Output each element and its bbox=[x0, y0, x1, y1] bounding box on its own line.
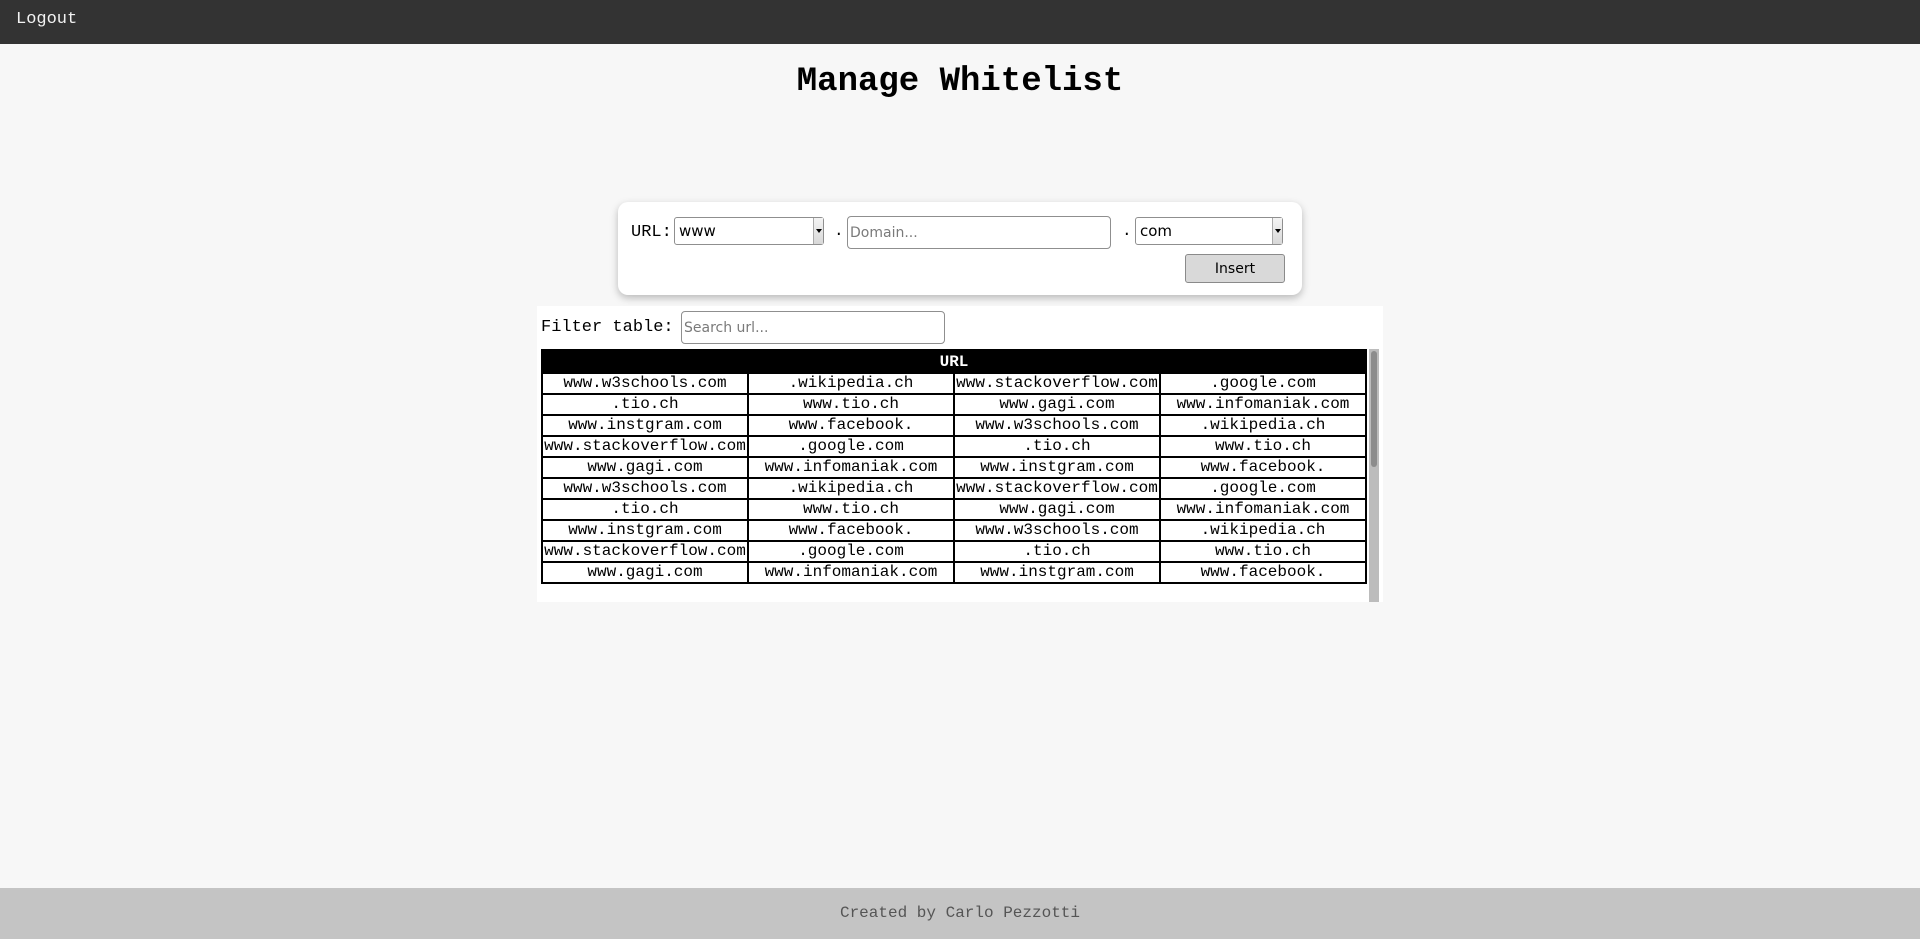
table-cell: .wikipedia.ch bbox=[1159, 414, 1367, 437]
whitelist-table-panel: Filter table: URL www.w3schools.com .wik… bbox=[537, 306, 1383, 602]
table-cell: www.facebook. bbox=[747, 519, 955, 542]
table-cell: .tio.ch bbox=[953, 540, 1161, 563]
table-row: www.w3schools.com .wikipedia.ch www.stac… bbox=[541, 477, 1367, 500]
table-cell: www.instgram.com bbox=[953, 561, 1161, 584]
table-cell: www.w3schools.com bbox=[541, 372, 749, 395]
filter-label: Filter table: bbox=[541, 318, 674, 337]
table-cell: www.tio.ch bbox=[1159, 540, 1367, 563]
chevron-down-icon[interactable] bbox=[1272, 218, 1282, 244]
whitelist-table: URL www.w3schools.com .wikipedia.ch www.… bbox=[541, 349, 1367, 584]
table-cell: www.infomaniak.com bbox=[1159, 393, 1367, 416]
table-row: www.w3schools.com .wikipedia.ch www.stac… bbox=[541, 372, 1367, 395]
table-cell: .google.com bbox=[1159, 372, 1367, 395]
table-cell: www.tio.ch bbox=[1159, 435, 1367, 458]
table-cell: .google.com bbox=[1159, 477, 1367, 500]
table-cell: .google.com bbox=[747, 540, 955, 563]
table-cell: www.facebook. bbox=[1159, 561, 1367, 584]
table-cell: www.instgram.com bbox=[953, 456, 1161, 479]
table-cell: www.facebook. bbox=[1159, 456, 1367, 479]
prefix-select[interactable]: www bbox=[674, 217, 824, 245]
table-row: www.stackoverflow.com .google.com .tio.c… bbox=[541, 435, 1367, 458]
table-scrollbar[interactable] bbox=[1369, 349, 1379, 602]
domain-input[interactable] bbox=[847, 216, 1111, 249]
table-cell: www.gagi.com bbox=[953, 498, 1161, 521]
table-cell: www.stackoverflow.com bbox=[541, 435, 749, 458]
table-cell: www.gagi.com bbox=[541, 456, 749, 479]
dot-separator: . bbox=[1122, 222, 1132, 240]
table-cell: www.tio.ch bbox=[747, 498, 955, 521]
table-cell: www.w3schools.com bbox=[541, 477, 749, 500]
table-row: .tio.ch www.tio.ch www.gagi.com www.info… bbox=[541, 498, 1367, 521]
chevron-down-icon[interactable] bbox=[813, 218, 823, 244]
table-cell: www.stackoverflow.com bbox=[541, 540, 749, 563]
top-navbar: Logout bbox=[0, 0, 1920, 44]
table-cell: www.stackoverflow.com bbox=[953, 372, 1161, 395]
table-row: www.instgram.com www.facebook. www.w3sch… bbox=[541, 519, 1367, 542]
footer-credit: Created by Carlo Pezzotti bbox=[839, 904, 1081, 922]
table-cell: www.tio.ch bbox=[747, 393, 955, 416]
table-cell: www.stackoverflow.com bbox=[953, 477, 1161, 500]
table-cell: www.instgram.com bbox=[541, 519, 749, 542]
table-cell: www.w3schools.com bbox=[953, 519, 1161, 542]
table-cell: www.gagi.com bbox=[953, 393, 1161, 416]
table-row: www.gagi.com www.infomaniak.com www.inst… bbox=[541, 561, 1367, 584]
table-cell: www.gagi.com bbox=[541, 561, 749, 584]
table-cell: www.w3schools.com bbox=[953, 414, 1161, 437]
table-row: www.stackoverflow.com .google.com .tio.c… bbox=[541, 540, 1367, 563]
table-cell: .wikipedia.ch bbox=[747, 372, 955, 395]
search-input[interactable] bbox=[681, 311, 945, 344]
tld-select-value: com bbox=[1140, 222, 1173, 240]
table-cell: www.facebook. bbox=[747, 414, 955, 437]
dot-separator: . bbox=[834, 222, 844, 240]
table-cell: .google.com bbox=[747, 435, 955, 458]
table-cell: www.infomaniak.com bbox=[747, 456, 955, 479]
footer: Created by Carlo Pezzotti bbox=[0, 888, 1920, 939]
page-title: Manage Whitelist bbox=[796, 63, 1124, 101]
url-insert-form: URL: www . . com Insert bbox=[618, 202, 1302, 295]
table-cell: .wikipedia.ch bbox=[1159, 519, 1367, 542]
table-row: .tio.ch www.tio.ch www.gagi.com www.info… bbox=[541, 393, 1367, 416]
table-cell: .tio.ch bbox=[953, 435, 1161, 458]
table-cell: .tio.ch bbox=[541, 393, 749, 416]
table-row: www.gagi.com www.infomaniak.com www.inst… bbox=[541, 456, 1367, 479]
table-cell: .tio.ch bbox=[541, 498, 749, 521]
table-cell: www.instgram.com bbox=[541, 414, 749, 437]
tld-select[interactable]: com bbox=[1135, 217, 1283, 245]
table-scroll-area[interactable]: URL www.w3schools.com .wikipedia.ch www.… bbox=[541, 349, 1379, 602]
table-cell: www.infomaniak.com bbox=[1159, 498, 1367, 521]
table-cell: www.infomaniak.com bbox=[747, 561, 955, 584]
insert-button[interactable]: Insert bbox=[1185, 254, 1285, 283]
scrollbar-thumb[interactable] bbox=[1371, 351, 1377, 467]
table-cell: .wikipedia.ch bbox=[747, 477, 955, 500]
url-column-header: URL bbox=[541, 349, 1367, 374]
prefix-select-value: www bbox=[679, 222, 716, 240]
url-label: URL: bbox=[631, 223, 672, 242]
table-row: www.instgram.com www.facebook. www.w3sch… bbox=[541, 414, 1367, 437]
logout-link[interactable]: Logout bbox=[16, 10, 77, 30]
